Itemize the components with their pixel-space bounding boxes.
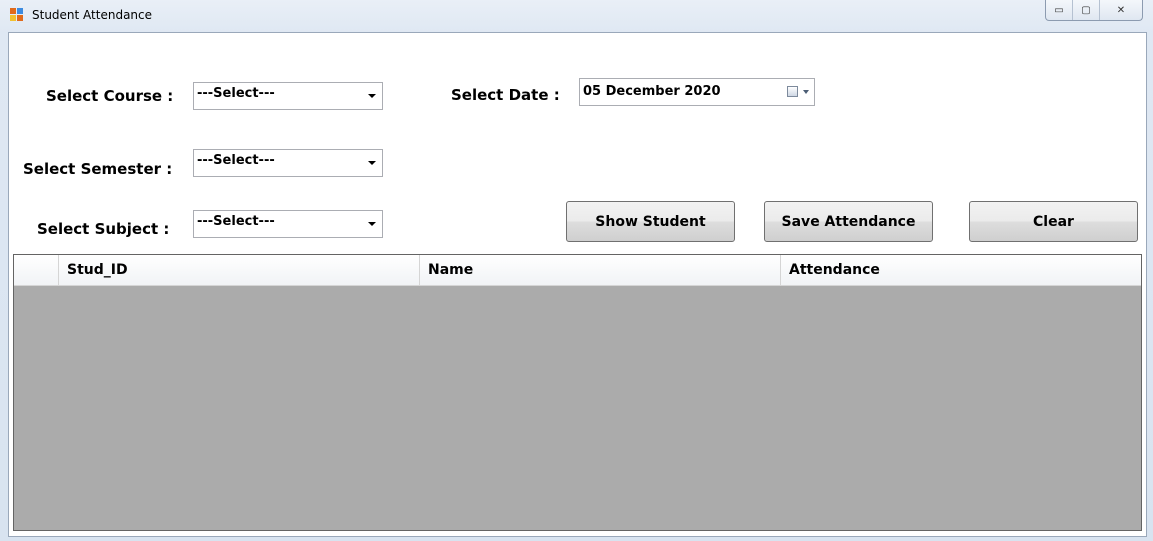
column-header-name[interactable]: Name <box>420 255 781 285</box>
subject-dropdown[interactable]: ---Select--- <box>193 210 383 238</box>
title-bar: Student Attendance ▭ ▢ ✕ <box>0 0 1153 32</box>
minimize-button[interactable]: ▭ <box>1046 0 1072 20</box>
chevron-down-icon <box>368 222 376 226</box>
grid-header: Stud_ID Name Attendance <box>14 255 1141 286</box>
main-window: Student Attendance ▭ ▢ ✕ Select Course :… <box>0 0 1153 541</box>
close-button[interactable]: ✕ <box>1099 0 1142 20</box>
save-attendance-button[interactable]: Save Attendance <box>764 201 933 242</box>
column-header-stud-id[interactable]: Stud_ID <box>59 255 420 285</box>
maximize-button[interactable]: ▢ <box>1072 0 1099 20</box>
subject-label: Select Subject : <box>37 220 170 238</box>
chevron-down-icon <box>368 94 376 98</box>
show-student-button[interactable]: Show Student <box>566 201 735 242</box>
semester-dropdown[interactable]: ---Select--- <box>193 149 383 177</box>
clear-button[interactable]: Clear <box>969 201 1138 242</box>
course-dropdown-value: ---Select--- <box>197 86 275 101</box>
column-header-attendance[interactable]: Attendance <box>781 255 1141 285</box>
course-label: Select Course : <box>46 87 174 105</box>
subject-dropdown-value: ---Select--- <box>197 214 275 229</box>
calendar-icon[interactable] <box>787 86 798 97</box>
chevron-down-icon[interactable] <box>803 90 809 94</box>
course-dropdown[interactable]: ---Select--- <box>193 82 383 110</box>
attendance-grid[interactable]: Stud_ID Name Attendance <box>13 254 1142 531</box>
window-controls: ▭ ▢ ✕ <box>1045 0 1143 21</box>
app-icon <box>10 8 24 22</box>
row-header-corner[interactable] <box>14 255 59 285</box>
semester-dropdown-value: ---Select--- <box>197 153 275 168</box>
date-picker[interactable]: 05 December 2020 <box>579 78 815 106</box>
date-picker-value: 05 December 2020 <box>583 84 721 99</box>
window-title: Student Attendance <box>32 8 153 22</box>
chevron-down-icon <box>368 161 376 165</box>
semester-label: Select Semester : <box>23 160 173 178</box>
date-label: Select Date : <box>451 86 560 104</box>
